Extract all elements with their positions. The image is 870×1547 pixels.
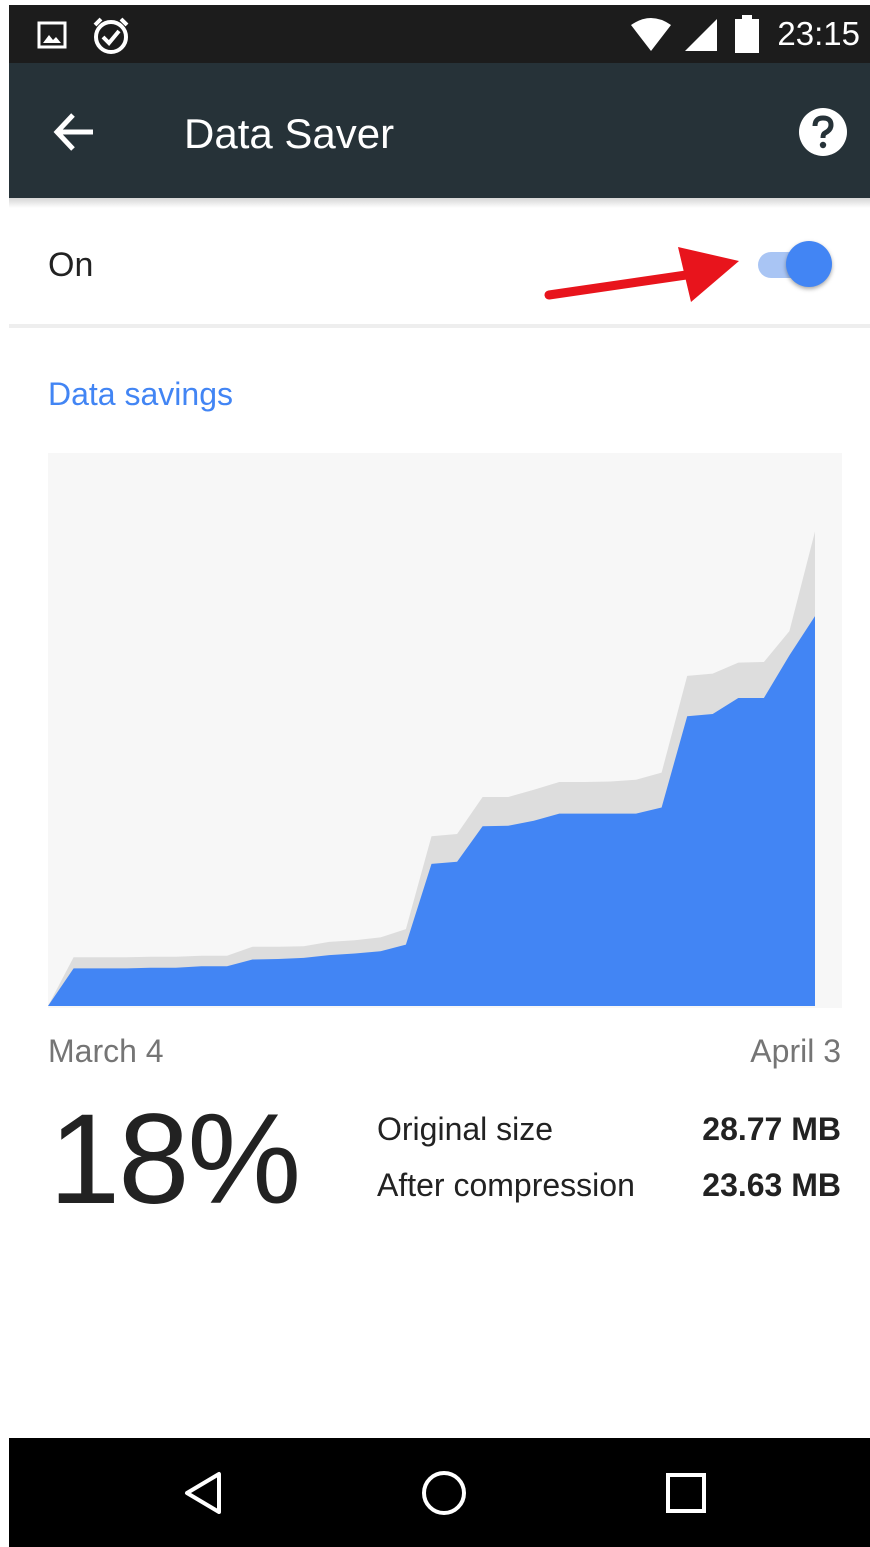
data-savings-chart bbox=[48, 453, 842, 1008]
after-compression-value: 23.63 MB bbox=[702, 1167, 841, 1203]
recents-square-icon[interactable] bbox=[661, 1468, 711, 1518]
alarm-icon bbox=[93, 17, 129, 54]
wifi-icon bbox=[631, 18, 671, 51]
page-title: Data Saver bbox=[184, 110, 395, 157]
chart-start-date: March 4 bbox=[48, 1033, 164, 1069]
battery-icon bbox=[735, 15, 759, 53]
help-circle-icon[interactable] bbox=[798, 107, 848, 157]
after-compression-label: After compression bbox=[377, 1167, 635, 1203]
image-icon bbox=[37, 21, 67, 49]
toggle-label: On bbox=[48, 246, 94, 284]
switch-thumb bbox=[786, 241, 832, 287]
original-size-label: Original size bbox=[377, 1111, 554, 1147]
screen: 23:15 Data Saver On Data savings March 4… bbox=[9, 5, 870, 1547]
savings-percent: 18% bbox=[49, 1088, 301, 1231]
home-circle-icon[interactable] bbox=[419, 1468, 469, 1518]
status-bar: 23:15 bbox=[9, 5, 870, 63]
navigation-bar bbox=[9, 1438, 870, 1547]
app-toolbar: Data Saver bbox=[9, 63, 870, 198]
status-time: 23:15 bbox=[777, 15, 860, 52]
back-triangle-icon[interactable] bbox=[179, 1468, 229, 1518]
arrow-left-icon[interactable] bbox=[53, 111, 95, 153]
chart-end-date: April 3 bbox=[750, 1033, 841, 1069]
section-title-data-savings: Data savings bbox=[48, 376, 233, 412]
original-size-value: 28.77 MB bbox=[702, 1111, 841, 1147]
divider bbox=[9, 324, 870, 328]
signal-icon bbox=[685, 19, 717, 51]
red-arrow-annotation bbox=[544, 247, 739, 302]
data-saver-switch[interactable] bbox=[754, 238, 836, 290]
